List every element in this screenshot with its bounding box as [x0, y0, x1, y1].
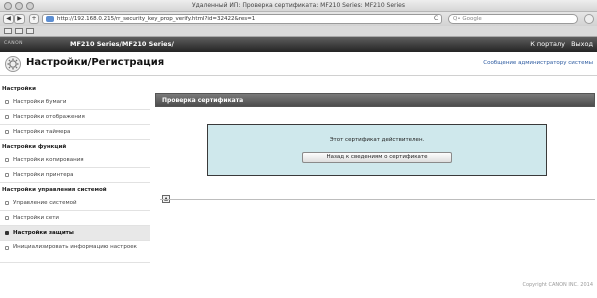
- subheader: Настройки/Регистрация Сообщение админист…: [0, 52, 597, 76]
- top-sites-icon[interactable]: [15, 28, 23, 34]
- back-to-certificate-button[interactable]: Назад к сведениям о сертификате: [302, 152, 452, 163]
- bullet-icon: [5, 201, 9, 205]
- back-button[interactable]: ◀: [3, 14, 14, 24]
- sidebar-item-label: Настройки бумаги: [13, 99, 67, 105]
- address-text: http://192.168.0.215/rr_security_key_pro…: [57, 16, 256, 22]
- sidebar-item-security[interactable]: Настройки защиты: [0, 226, 150, 241]
- address-bar[interactable]: http://192.168.0.215/rr_security_key_pro…: [42, 14, 442, 24]
- search-input[interactable]: Q• Google: [448, 14, 578, 24]
- sidebar-item-init-settings[interactable]: Инициализировать информацию настроек: [0, 241, 150, 263]
- sidebar-item-label: Управление системой: [13, 200, 77, 206]
- sidebar-item-label: Настройки отображения: [13, 114, 85, 120]
- reading-list-icon[interactable]: [4, 28, 12, 34]
- sidebar-item-paper[interactable]: Настройки бумаги: [0, 95, 150, 110]
- sidebar-item-label: Инициализировать информацию настроек: [13, 244, 137, 250]
- bullet-icon: [5, 158, 9, 162]
- site-icon: [46, 16, 54, 22]
- bullet-icon: [5, 173, 9, 177]
- sidebar-item-printer[interactable]: Настройки принтера: [0, 168, 150, 183]
- sidebar-section-functions: Настройки функций: [2, 144, 67, 150]
- bullet-icon: [5, 216, 9, 220]
- sidebar-section-system: Настройки управления системой: [2, 187, 107, 193]
- device-model: MF210 Series/MF210 Series/: [70, 40, 174, 48]
- bullet-icon: [5, 115, 9, 119]
- certificate-status-text: Этот сертификат действителен.: [329, 137, 425, 143]
- add-bookmark-button[interactable]: +: [29, 14, 39, 24]
- settings-gear-icon: [5, 56, 21, 72]
- sidebar-item-system-management[interactable]: Управление системой: [0, 196, 150, 211]
- divider: [160, 199, 595, 200]
- brand-logo: CANON: [4, 41, 23, 46]
- sidebar-item-display[interactable]: Настройки отображения: [0, 110, 150, 125]
- bookmarks-icon[interactable]: [26, 28, 34, 34]
- copyright: Copyright CANON INC. 2014: [522, 282, 593, 288]
- certificate-status-box: Этот сертификат действителен. Назад к св…: [207, 124, 547, 176]
- sidebar-item-label: Настройки принтера: [13, 172, 74, 178]
- bookmarks-bar: [0, 26, 597, 37]
- sidebar-item-label: Настройки копирования: [13, 157, 84, 163]
- sidebar-item-timer[interactable]: Настройки таймера: [0, 125, 150, 140]
- reload-icon[interactable]: C: [434, 14, 438, 23]
- logout-link[interactable]: Выход: [571, 40, 593, 48]
- page-title: Настройки/Регистрация: [26, 57, 165, 68]
- content-title: Проверка сертификата: [162, 97, 244, 104]
- bullet-icon: [5, 231, 9, 235]
- bullet-icon: [5, 246, 9, 250]
- window-titlebar: Удаленный ИП: Проверка сертификата: MF21…: [0, 0, 597, 12]
- sidebar-item-network[interactable]: Настройки сети: [0, 211, 150, 226]
- reader-icon[interactable]: [584, 14, 594, 24]
- browser-toolbar: ◀ ▶ + http://192.168.0.215/rr_security_k…: [0, 12, 597, 26]
- sidebar-item-label: Настройки таймера: [13, 129, 71, 135]
- bullet-icon: [5, 130, 9, 134]
- bullet-icon: [5, 100, 9, 104]
- portal-link[interactable]: К порталу: [530, 40, 565, 48]
- admin-message-link[interactable]: Сообщение администратору системы: [483, 60, 593, 66]
- forward-button[interactable]: ▶: [14, 14, 25, 24]
- content-title-bar: Проверка сертификата: [155, 93, 595, 107]
- sidebar-item-label: Настройки защиты: [13, 230, 74, 236]
- sidebar-section-settings: Настройки: [2, 86, 36, 92]
- window-title: Удаленный ИП: Проверка сертификата: MF21…: [192, 2, 405, 9]
- sidebar: Настройки Настройки бумаги Настройки ото…: [0, 86, 150, 298]
- sidebar-item-copy[interactable]: Настройки копирования: [0, 153, 150, 168]
- header-banner: CANON MF210 Series/MF210 Series/ К порта…: [0, 37, 597, 52]
- sidebar-item-label: Настройки сети: [13, 215, 59, 221]
